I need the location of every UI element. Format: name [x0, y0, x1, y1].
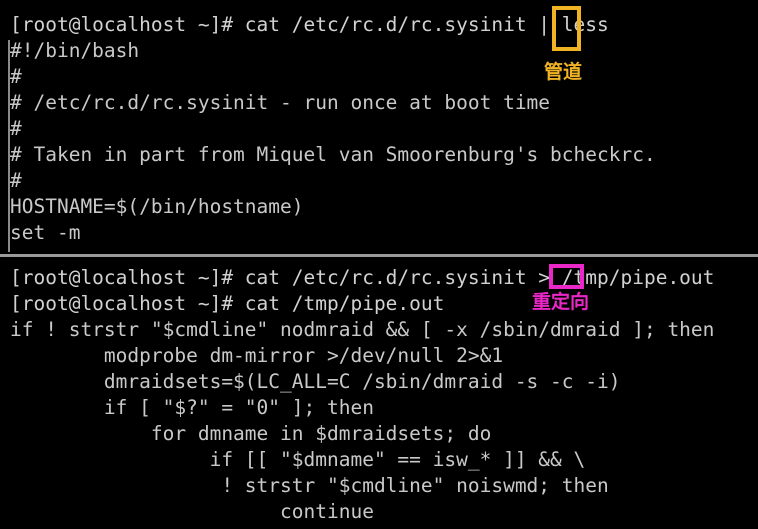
command-line-redirect: [root@localhost ~]# cat /etc/rc.d/rc.sys…: [10, 266, 715, 289]
output-line: if ! strstr "$cmdline" nodmraid && [ -x …: [10, 318, 715, 341]
output-line: #: [10, 65, 22, 88]
redirect-annotation-label: 重定向: [532, 291, 590, 313]
output-line: # /etc/rc.d/rc.sysinit - run once at boo…: [10, 91, 551, 114]
output-line: if [ "$?" = "0" ]; then: [10, 396, 374, 419]
output-line: ! strstr "$cmdline" noiswmd; then: [10, 474, 609, 497]
pane-separator: [0, 254, 758, 257]
shell-output-pane[interactable]: [root@localhost ~]# cat /etc/rc.d/rc.sys…: [0, 259, 758, 529]
output-line: # Taken in part from Miquel van Smoorenb…: [10, 143, 656, 166]
pipe-highlight-box: [552, 6, 581, 51]
output-line: #!/bin/bash: [10, 39, 140, 62]
output-line: for dmname in $dmraidsets; do: [10, 422, 492, 445]
output-line: #: [10, 117, 22, 140]
command-line-cat: [root@localhost ~]# cat /tmp/pipe.out: [10, 292, 445, 315]
output-line: set -m: [10, 221, 81, 244]
pager-output-pane[interactable]: [root@localhost ~]# cat /etc/rc.d/rc.sys…: [0, 0, 758, 256]
output-line: HOSTNAME=$(/bin/hostname): [10, 195, 304, 218]
output-line: if [[ "$dmname" == isw_* ]] && \: [10, 448, 586, 471]
output-line: #: [10, 169, 22, 192]
terminal-screen: [root@localhost ~]# cat /etc/rc.d/rc.sys…: [0, 0, 758, 529]
output-line: modprobe dm-mirror >/dev/null 2>&1: [10, 344, 504, 367]
command-line-pipe: [root@localhost ~]# cat /etc/rc.d/rc.sys…: [10, 13, 609, 36]
redirect-highlight-box: [549, 264, 584, 289]
output-line: continue: [10, 500, 374, 523]
pipe-annotation-label: 管道: [544, 61, 583, 83]
output-line: dmraidsets=$(LC_ALL=C /sbin/dmraid -s -c…: [10, 370, 621, 393]
